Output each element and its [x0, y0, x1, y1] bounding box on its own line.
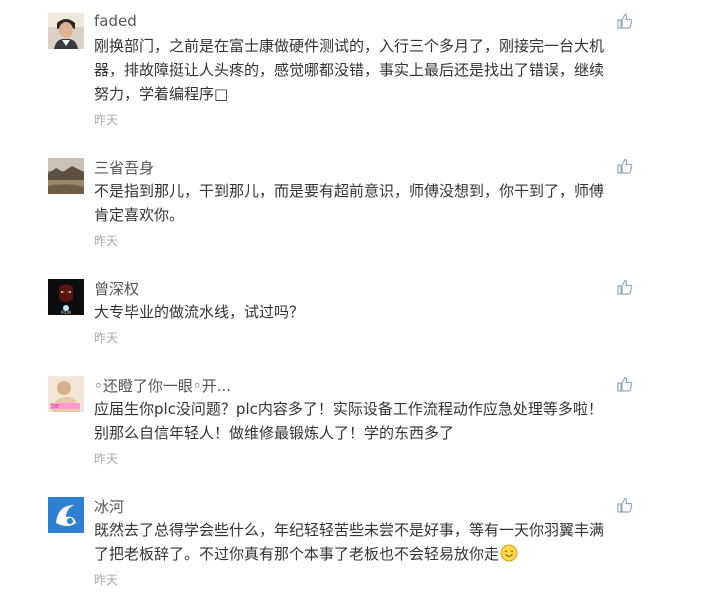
comment-text-line: 既然去了总得学会些什么，年纪轻轻苦些未尝不是好事，等有一天你羽翼丰满 — [94, 521, 605, 539]
comment-text-line: 大专毕业的做流水线，试过吗？ — [94, 303, 305, 321]
comment-text: 刚换部门，之前是在富士康做硬件测试的，入行三个多月了，刚接完一台大机 器，排故障… — [94, 34, 654, 106]
svg-text:IRON: IRON — [61, 310, 71, 315]
comment-text-line: 努力，学着编程序□ — [94, 85, 229, 103]
person-photo-avatar-icon — [48, 13, 84, 49]
avatar[interactable]: IRON — [48, 279, 84, 315]
username[interactable]: 曾深权 — [94, 278, 139, 299]
thumbs-up-icon[interactable] — [617, 13, 633, 29]
username[interactable]: 三省吾身 — [94, 157, 154, 178]
timestamp: 昨天 — [94, 331, 119, 345]
comment-text-line: 刚换部门，之前是在富士康做硬件测试的，入行三个多月了，刚接完一台大机 — [94, 37, 605, 55]
timestamp: 昨天 — [94, 452, 119, 466]
comment-text-line: 应届生你plc没问题？plc内容多了！实际设备工作流程动作应急处理等多啦！ — [94, 400, 603, 418]
avatar[interactable] — [48, 158, 84, 194]
thumbs-up-icon[interactable] — [617, 497, 633, 513]
comment-text-line: 肯定喜欢你。 — [94, 206, 185, 224]
username[interactable]: faded — [94, 12, 137, 30]
comment-text-line: 不是指到那儿，干到那儿，而是要有超前意识，师傅没想到，你干到了，师傅 — [94, 182, 605, 200]
comment-text-line: 别那么自信年轻人！做维修最锻炼人了！学的东西多了 — [94, 424, 455, 442]
thumbs-up-icon[interactable] — [617, 158, 633, 174]
thumbs-up-icon[interactable] — [617, 376, 633, 392]
timestamp: 昨天 — [94, 113, 119, 127]
avatar[interactable] — [48, 13, 84, 49]
avatar[interactable] — [48, 497, 84, 533]
comment-text-fragment: 了把老板辞了。不过你真有那个本事了老板也不会轻易放你走 — [94, 545, 500, 563]
landscape-photo-avatar-icon — [48, 158, 84, 194]
comment-text: 大专毕业的做流水线，试过吗？ — [94, 300, 654, 324]
thumbs-up-icon[interactable] — [617, 279, 633, 295]
avatar[interactable]: DE — [48, 376, 84, 412]
cartoon-photo-avatar-icon: DE — [48, 376, 84, 412]
smiley-emoji-icon — [500, 544, 518, 569]
svg-text:DE: DE — [52, 404, 59, 410]
blue-logo-avatar-icon — [48, 497, 84, 533]
timestamp: 昨天 — [94, 234, 119, 248]
timestamp: 昨天 — [94, 573, 119, 587]
iron-man-avatar-icon: IRON — [48, 279, 84, 315]
comment-text: 既然去了总得学会些什么，年纪轻轻苦些未尝不是好事，等有一天你羽翼丰满 了把老板辞… — [94, 518, 654, 566]
username[interactable]: 冰河 — [94, 496, 124, 517]
comment-text-line: 器，排故障挺让人头疼的，感觉哪都没错，事实上最后还是找出了错误，继续 — [94, 61, 605, 79]
comment-text: 不是指到那儿，干到那儿，而是要有超前意识，师傅没想到，你干到了，师傅 肯定喜欢你… — [94, 179, 654, 227]
username[interactable]: ◦还瞪了你一眼◦开... — [94, 375, 231, 396]
comment-text: 应届生你plc没问题？plc内容多了！实际设备工作流程动作应急处理等多啦！ 别那… — [94, 397, 654, 445]
comment-text-line: 了把老板辞了。不过你真有那个本事了老板也不会轻易放你走 — [94, 542, 654, 566]
